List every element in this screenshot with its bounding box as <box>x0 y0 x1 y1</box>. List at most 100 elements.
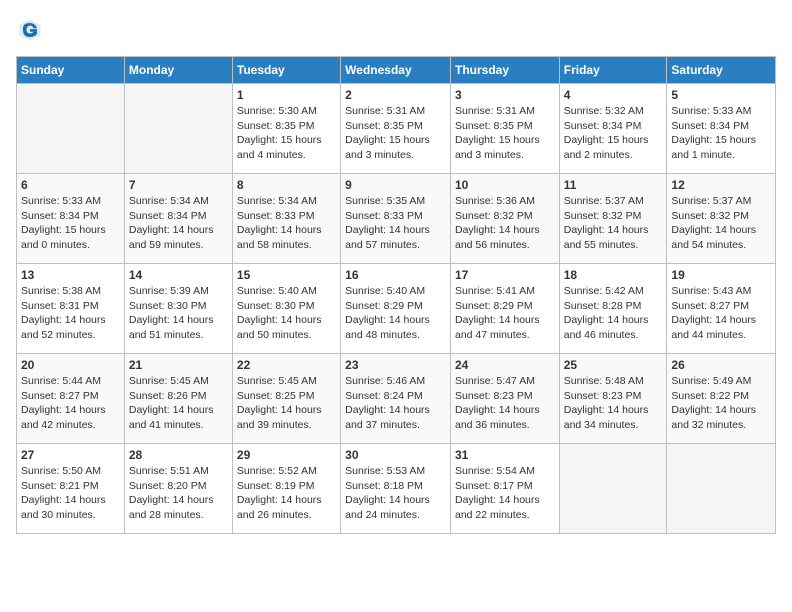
cell-content: Sunrise: 5:45 AMSunset: 8:26 PMDaylight:… <box>129 374 228 433</box>
calendar-cell <box>667 444 776 534</box>
calendar-cell: 2 Sunrise: 5:31 AMSunset: 8:35 PMDaylight… <box>341 84 451 174</box>
cell-content: Sunrise: 5:45 AMSunset: 8:25 PMDaylight:… <box>237 374 336 433</box>
cell-content: Sunrise: 5:51 AMSunset: 8:20 PMDaylight:… <box>129 464 228 523</box>
calendar-cell: 17 Sunrise: 5:41 AMSunset: 8:29 PMDayligh… <box>450 264 559 354</box>
weekday-header-sunday: Sunday <box>17 57 125 84</box>
day-number: 9 <box>345 178 446 192</box>
day-number: 2 <box>345 88 446 102</box>
calendar-cell: 8Sunrise: 5:34 AMSunset: 8:33 PMDaylight… <box>232 174 340 264</box>
day-number: 1 <box>237 88 336 102</box>
calendar-cell: 20 Sunrise: 5:44 AMSunset: 8:27 PMDayligh… <box>17 354 125 444</box>
calendar-cell: 11 Sunrise: 5:37 AMSunset: 8:32 PMDayligh… <box>559 174 667 264</box>
calendar-cell: 13 Sunrise: 5:38 AMSunset: 8:31 PMDayligh… <box>17 264 125 354</box>
day-number: 4 <box>564 88 663 102</box>
day-number: 21 <box>129 358 228 372</box>
calendar-cell: 4 Sunrise: 5:32 AMSunset: 8:34 PMDaylight… <box>559 84 667 174</box>
cell-content: Sunrise: 5:30 AMSunset: 8:35 PMDaylight:… <box>237 104 336 163</box>
calendar-cell: 19 Sunrise: 5:43 AMSunset: 8:27 PMDayligh… <box>667 264 776 354</box>
day-number: 18 <box>564 268 663 282</box>
cell-content: Sunrise: 5:54 AMSunset: 8:17 PMDaylight:… <box>455 464 555 523</box>
calendar-cell: 23 Sunrise: 5:46 AMSunset: 8:24 PMDayligh… <box>341 354 451 444</box>
calendar-cell <box>559 444 667 534</box>
day-number: 14 <box>129 268 228 282</box>
cell-content: Sunrise: 5:33 AMSunset: 8:34 PMDaylight:… <box>671 104 771 163</box>
cell-content: Sunrise: 5:37 AMSunset: 8:32 PMDaylight:… <box>564 194 663 253</box>
cell-content: Sunrise: 5:46 AMSunset: 8:24 PMDaylight:… <box>345 374 446 433</box>
calendar-cell: 22 Sunrise: 5:45 AMSunset: 8:25 PMDayligh… <box>232 354 340 444</box>
cell-content: Sunrise: 5:41 AMSunset: 8:29 PMDaylight:… <box>455 284 555 343</box>
week-row-1: 1 Sunrise: 5:30 AMSunset: 8:35 PMDaylight… <box>17 84 776 174</box>
cell-content: Sunrise: 5:39 AMSunset: 8:30 PMDaylight:… <box>129 284 228 343</box>
calendar-cell: 27Sunrise: 5:50 AMSunset: 8:21 PMDayligh… <box>17 444 125 534</box>
cell-content: Sunrise: 5:53 AMSunset: 8:18 PMDaylight:… <box>345 464 446 523</box>
calendar-cell: 24Sunrise: 5:47 AMSunset: 8:23 PMDayligh… <box>450 354 559 444</box>
cell-content: Sunrise: 5:35 AMSunset: 8:33 PMDaylight:… <box>345 194 446 253</box>
day-number: 26 <box>671 358 771 372</box>
calendar-cell: 12 Sunrise: 5:37 AMSunset: 8:32 PMDayligh… <box>667 174 776 264</box>
cell-content: Sunrise: 5:33 AMSunset: 8:34 PMDaylight:… <box>21 194 120 253</box>
week-row-3: 13 Sunrise: 5:38 AMSunset: 8:31 PMDayligh… <box>17 264 776 354</box>
day-number: 13 <box>21 268 120 282</box>
calendar-cell: 5 Sunrise: 5:33 AMSunset: 8:34 PMDaylight… <box>667 84 776 174</box>
calendar-cell: 21 Sunrise: 5:45 AMSunset: 8:26 PMDayligh… <box>124 354 232 444</box>
day-number: 19 <box>671 268 771 282</box>
day-number: 22 <box>237 358 336 372</box>
cell-content: Sunrise: 5:47 AMSunset: 8:23 PMDaylight:… <box>455 374 555 433</box>
cell-content: Sunrise: 5:32 AMSunset: 8:34 PMDaylight:… <box>564 104 663 163</box>
weekday-header-friday: Friday <box>559 57 667 84</box>
calendar-cell: 1 Sunrise: 5:30 AMSunset: 8:35 PMDaylight… <box>232 84 340 174</box>
logo <box>16 16 48 44</box>
calendar-cell <box>124 84 232 174</box>
day-number: 11 <box>564 178 663 192</box>
calendar-cell: 18 Sunrise: 5:42 AMSunset: 8:28 PMDayligh… <box>559 264 667 354</box>
calendar-cell <box>17 84 125 174</box>
weekday-header-wednesday: Wednesday <box>341 57 451 84</box>
day-number: 6 <box>21 178 120 192</box>
page-header <box>16 16 776 44</box>
cell-content: Sunrise: 5:48 AMSunset: 8:23 PMDaylight:… <box>564 374 663 433</box>
cell-content: Sunrise: 5:31 AMSunset: 8:35 PMDaylight:… <box>345 104 446 163</box>
calendar-cell: 14 Sunrise: 5:39 AMSunset: 8:30 PMDayligh… <box>124 264 232 354</box>
day-number: 17 <box>455 268 555 282</box>
logo-icon <box>16 16 44 44</box>
cell-content: Sunrise: 5:36 AMSunset: 8:32 PMDaylight:… <box>455 194 555 253</box>
cell-content: Sunrise: 5:31 AMSunset: 8:35 PMDaylight:… <box>455 104 555 163</box>
calendar-cell: 9 Sunrise: 5:35 AMSunset: 8:33 PMDaylight… <box>341 174 451 264</box>
cell-content: Sunrise: 5:38 AMSunset: 8:31 PMDaylight:… <box>21 284 120 343</box>
day-number: 10 <box>455 178 555 192</box>
calendar-cell: 25Sunrise: 5:48 AMSunset: 8:23 PMDayligh… <box>559 354 667 444</box>
weekday-header-monday: Monday <box>124 57 232 84</box>
weekday-header-row: SundayMondayTuesdayWednesdayThursdayFrid… <box>17 57 776 84</box>
day-number: 27 <box>21 448 120 462</box>
week-row-4: 20 Sunrise: 5:44 AMSunset: 8:27 PMDayligh… <box>17 354 776 444</box>
day-number: 12 <box>671 178 771 192</box>
day-number: 23 <box>345 358 446 372</box>
calendar-cell: 31Sunrise: 5:54 AMSunset: 8:17 PMDayligh… <box>450 444 559 534</box>
calendar-cell: 6 Sunrise: 5:33 AMSunset: 8:34 PMDaylight… <box>17 174 125 264</box>
cell-content: Sunrise: 5:43 AMSunset: 8:27 PMDaylight:… <box>671 284 771 343</box>
day-number: 20 <box>21 358 120 372</box>
day-number: 30 <box>345 448 446 462</box>
cell-content: Sunrise: 5:42 AMSunset: 8:28 PMDaylight:… <box>564 284 663 343</box>
cell-content: Sunrise: 5:40 AMSunset: 8:30 PMDaylight:… <box>237 284 336 343</box>
cell-content: Sunrise: 5:37 AMSunset: 8:32 PMDaylight:… <box>671 194 771 253</box>
calendar-cell: 7Sunrise: 5:34 AMSunset: 8:34 PMDaylight… <box>124 174 232 264</box>
calendar-table: SundayMondayTuesdayWednesdayThursdayFrid… <box>16 56 776 534</box>
cell-content: Sunrise: 5:44 AMSunset: 8:27 PMDaylight:… <box>21 374 120 433</box>
day-number: 5 <box>671 88 771 102</box>
weekday-header-tuesday: Tuesday <box>232 57 340 84</box>
day-number: 8 <box>237 178 336 192</box>
cell-content: Sunrise: 5:34 AMSunset: 8:34 PMDaylight:… <box>129 194 228 253</box>
weekday-header-thursday: Thursday <box>450 57 559 84</box>
calendar-cell: 28 Sunrise: 5:51 AMSunset: 8:20 PMDayligh… <box>124 444 232 534</box>
day-number: 28 <box>129 448 228 462</box>
day-number: 16 <box>345 268 446 282</box>
day-number: 3 <box>455 88 555 102</box>
cell-content: Sunrise: 5:40 AMSunset: 8:29 PMDaylight:… <box>345 284 446 343</box>
calendar-cell: 29Sunrise: 5:52 AMSunset: 8:19 PMDayligh… <box>232 444 340 534</box>
calendar-cell: 26 Sunrise: 5:49 AMSunset: 8:22 PMDayligh… <box>667 354 776 444</box>
week-row-5: 27Sunrise: 5:50 AMSunset: 8:21 PMDayligh… <box>17 444 776 534</box>
calendar-cell: 30 Sunrise: 5:53 AMSunset: 8:18 PMDayligh… <box>341 444 451 534</box>
cell-content: Sunrise: 5:49 AMSunset: 8:22 PMDaylight:… <box>671 374 771 433</box>
calendar-cell: 10 Sunrise: 5:36 AMSunset: 8:32 PMDayligh… <box>450 174 559 264</box>
